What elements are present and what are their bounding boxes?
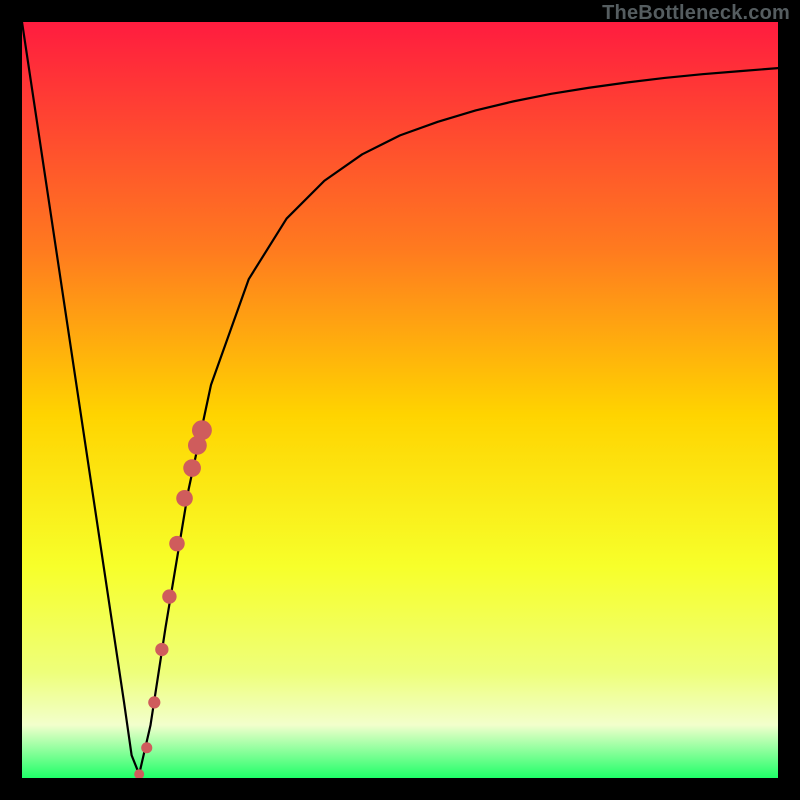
highlight-dot	[169, 536, 185, 552]
highlight-dot	[183, 459, 201, 477]
plot-svg	[22, 22, 778, 778]
highlight-dot	[162, 589, 176, 603]
highlight-dot	[176, 490, 193, 507]
highlight-dot	[192, 420, 212, 440]
highlight-dot	[148, 696, 160, 708]
plot-area	[22, 22, 778, 778]
highlight-dot	[141, 742, 152, 753]
chart-frame: TheBottleneck.com	[0, 0, 800, 800]
highlight-dot	[155, 643, 168, 656]
